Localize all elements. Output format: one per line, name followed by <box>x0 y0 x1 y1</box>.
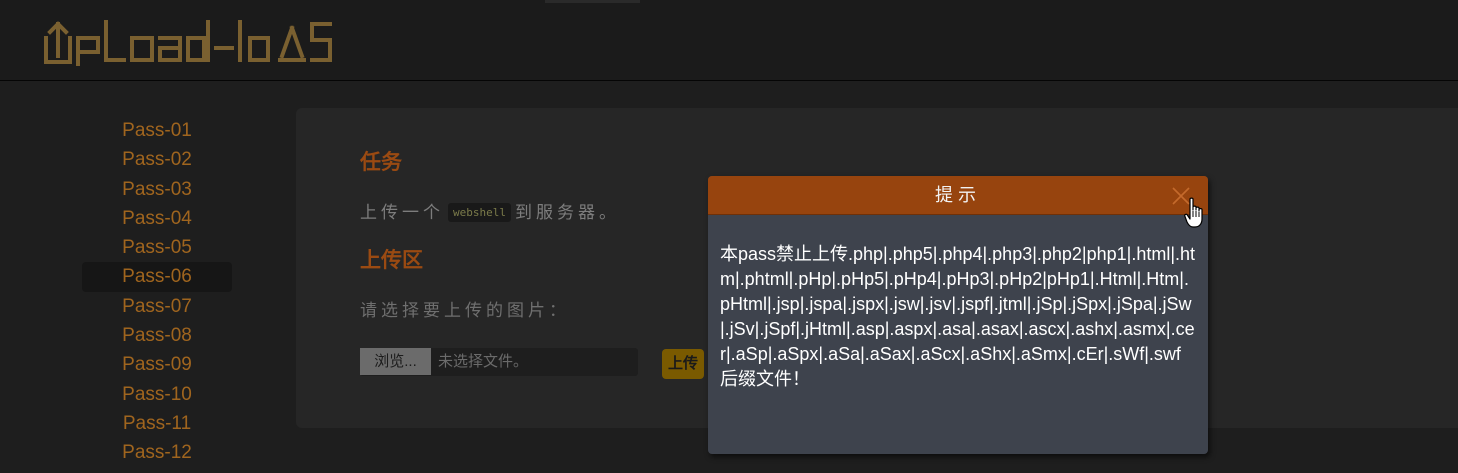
upload-button[interactable]: 上传 <box>662 349 704 379</box>
dialog-header: 提示 <box>708 176 1208 215</box>
alert-dialog: 提示 本pass禁止上传.php|.php5|.php4|.php3|.php2… <box>708 176 1208 454</box>
sidebar-item-pass-03[interactable]: Pass-03 <box>82 175 232 204</box>
sidebar: Pass-01 Pass-02 Pass-03 Pass-04 Pass-05 … <box>82 116 232 468</box>
task-text-before: 上传一个 <box>360 203 444 222</box>
task-text-after: 到服务器。 <box>514 203 620 222</box>
sidebar-item-pass-04[interactable]: Pass-04 <box>82 204 232 233</box>
hand-pointer-icon <box>1184 197 1203 228</box>
task-description: 上传一个 webshell 到服务器。 <box>360 198 620 223</box>
sidebar-item-pass-05[interactable]: Pass-05 <box>82 233 232 262</box>
no-file-text: 未选择文件。 <box>438 353 529 370</box>
sidebar-item-pass-07[interactable]: Pass-07 <box>82 292 232 321</box>
task-code: webshell <box>448 203 511 222</box>
sidebar-item-pass-12[interactable]: Pass-12 <box>82 438 232 467</box>
dialog-title: 提示 <box>935 185 981 205</box>
sidebar-item-pass-01[interactable]: Pass-01 <box>82 116 232 145</box>
sidebar-item-pass-11[interactable]: Pass-11 <box>82 409 232 438</box>
upload-heading: 上传区 <box>360 249 423 272</box>
sidebar-item-pass-06[interactable]: Pass-06 <box>82 262 232 292</box>
dialog-message: 本pass禁止上传.php|.php5|.php4|.php3|.php2|ph… <box>720 244 1196 389</box>
sidebar-item-pass-10[interactable]: Pass-10 <box>82 380 232 409</box>
upload-label: 请选择要上传的图片： <box>360 301 570 320</box>
task-heading: 任务 <box>360 151 402 174</box>
file-input[interactable]: 浏览... 未选择文件。 <box>360 348 638 376</box>
header-notch <box>545 0 640 3</box>
site-logo[interactable] <box>40 14 340 66</box>
browse-button[interactable]: 浏览... <box>360 348 431 375</box>
sidebar-item-pass-09[interactable]: Pass-09 <box>82 350 232 379</box>
sidebar-item-pass-08[interactable]: Pass-08 <box>82 321 232 350</box>
header <box>0 0 1458 81</box>
sidebar-item-pass-02[interactable]: Pass-02 <box>82 145 232 174</box>
